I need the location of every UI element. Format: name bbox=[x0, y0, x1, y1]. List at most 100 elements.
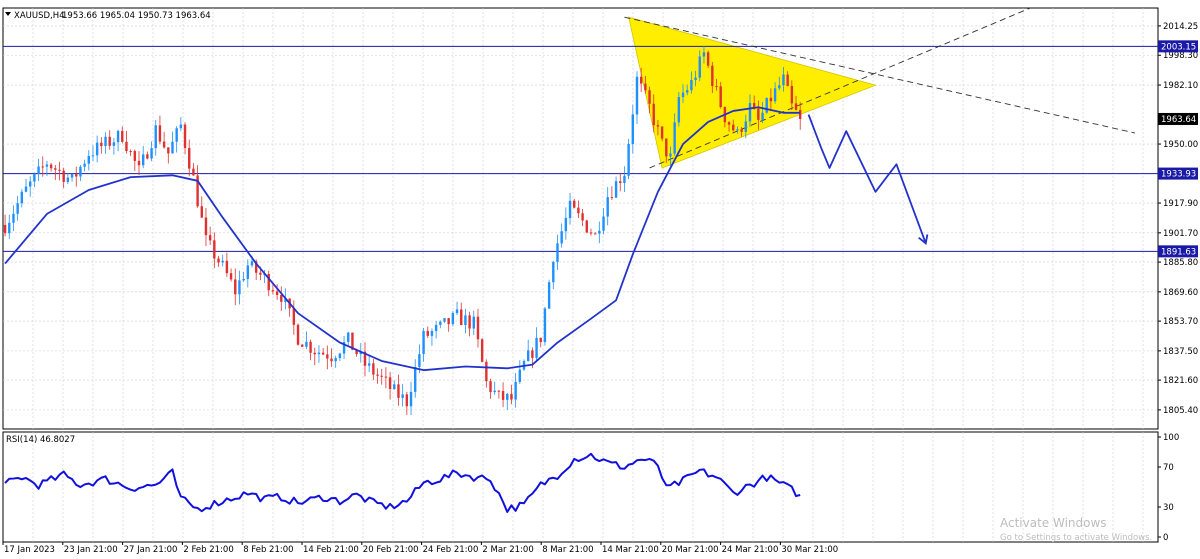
time-tick-label: 20 Mar 21:00 bbox=[662, 545, 719, 555]
candle-body bbox=[418, 354, 421, 368]
candle-body bbox=[70, 174, 74, 178]
candle-body bbox=[213, 240, 216, 259]
candle-body bbox=[238, 280, 241, 295]
time-tick-label: 2 Feb 21:00 bbox=[183, 545, 233, 555]
candle-body bbox=[686, 90, 689, 93]
candle-body bbox=[581, 213, 584, 221]
candle-body bbox=[141, 154, 145, 166]
horizontal-levels[interactable]: 2003.15 1933.93 1891.63 bbox=[3, 40, 1198, 258]
candle-body bbox=[451, 313, 455, 325]
candle-body bbox=[573, 200, 576, 208]
candle-body bbox=[455, 309, 459, 314]
candle-body bbox=[49, 164, 53, 169]
candle-body bbox=[271, 290, 275, 292]
time-tick-label: 2 Mar 21:00 bbox=[482, 545, 533, 555]
candle-body bbox=[326, 354, 329, 359]
candle-body bbox=[16, 203, 19, 214]
candle-body bbox=[179, 124, 183, 129]
projection-line bbox=[807, 114, 927, 244]
candle-body bbox=[778, 85, 781, 89]
candle-body bbox=[175, 128, 178, 142]
candle-body bbox=[121, 130, 124, 142]
candle-body bbox=[162, 141, 166, 148]
candle-body bbox=[200, 206, 203, 218]
candle-body bbox=[480, 339, 484, 362]
candle-body bbox=[133, 151, 137, 161]
time-tick-label: 23 Jan 21:00 bbox=[64, 545, 118, 555]
price-tick-label: 1821.60 bbox=[1163, 376, 1198, 386]
symbol-dropdown-icon[interactable] bbox=[5, 12, 11, 16]
candle-body bbox=[644, 83, 647, 91]
candle-body bbox=[489, 381, 492, 393]
candle-body bbox=[388, 377, 392, 389]
candle-body bbox=[543, 308, 547, 343]
candle-body bbox=[380, 375, 383, 377]
candle-body bbox=[501, 391, 505, 400]
candle-body bbox=[531, 350, 534, 358]
candle-body bbox=[794, 103, 798, 110]
level-price-label: 2003.15 bbox=[1161, 42, 1196, 52]
grid-lines bbox=[3, 8, 1158, 542]
price-tick-label: 1869.60 bbox=[1163, 288, 1198, 298]
candle-body bbox=[439, 321, 442, 325]
candle-body bbox=[552, 261, 555, 283]
candle-body bbox=[719, 86, 722, 108]
symbol-label[interactable]: XAUUSD,H4 bbox=[14, 11, 65, 21]
candle-body bbox=[24, 186, 28, 192]
candle-body bbox=[677, 97, 681, 123]
candle-body bbox=[372, 363, 375, 375]
candle-body bbox=[476, 316, 480, 340]
candle-body bbox=[619, 181, 622, 184]
candle-body bbox=[426, 330, 429, 336]
time-tick-label: 24 Feb 21:00 bbox=[423, 545, 479, 555]
candle-body bbox=[769, 97, 773, 102]
candle-body bbox=[460, 309, 463, 326]
candle-body bbox=[20, 191, 24, 204]
candle-body bbox=[54, 168, 57, 170]
candle-body bbox=[598, 230, 601, 234]
candle-body bbox=[292, 308, 296, 325]
candle-body bbox=[748, 103, 752, 122]
moving-average-line bbox=[4, 106, 801, 372]
time-tick-label: 30 Mar 21:00 bbox=[781, 545, 838, 555]
price-tick-label: 1950.00 bbox=[1163, 140, 1198, 150]
watermark-title: Activate Windows bbox=[1000, 516, 1107, 530]
candle-body bbox=[58, 169, 61, 171]
time-tick-label: 14 Feb 21:00 bbox=[303, 545, 359, 555]
candle-body bbox=[405, 394, 409, 407]
trading-chart[interactable]: 2014.25 1998.30 1982.10 1950.00 1917.90 1901.… bbox=[0, 0, 1200, 559]
candle-body bbox=[116, 130, 120, 143]
candle-body bbox=[577, 207, 580, 214]
candle-body bbox=[158, 125, 162, 142]
candle-body bbox=[171, 141, 174, 154]
candle-body bbox=[443, 318, 446, 322]
candle-body bbox=[305, 341, 308, 347]
candle-body bbox=[506, 393, 509, 400]
moving-average bbox=[4, 106, 801, 372]
candle-body bbox=[786, 74, 789, 87]
candle-body bbox=[744, 121, 747, 132]
candle-body bbox=[3, 224, 7, 234]
candle-body bbox=[673, 122, 676, 154]
candle-body bbox=[129, 151, 132, 153]
candle-body bbox=[790, 86, 794, 104]
time-tick-label: 27 Jan 21:00 bbox=[124, 545, 178, 555]
candle-body bbox=[37, 166, 40, 174]
price-tick-label: 1998.30 bbox=[1163, 51, 1198, 61]
candle-body bbox=[259, 272, 262, 275]
rsi-line bbox=[4, 452, 801, 513]
candle-body bbox=[627, 143, 630, 176]
rsi-tick-label: 100 bbox=[1163, 433, 1179, 443]
candle-body bbox=[497, 390, 501, 392]
candle-body bbox=[100, 142, 103, 147]
candle-body bbox=[334, 358, 337, 362]
candle-body bbox=[104, 136, 107, 147]
candle-body bbox=[62, 170, 65, 182]
candle-body bbox=[665, 138, 668, 157]
candle-body bbox=[296, 324, 300, 345]
projection-path bbox=[807, 114, 929, 245]
candle-body bbox=[146, 154, 149, 159]
candle-body bbox=[485, 361, 488, 382]
candle-body bbox=[715, 86, 718, 88]
candle-body bbox=[698, 56, 701, 78]
